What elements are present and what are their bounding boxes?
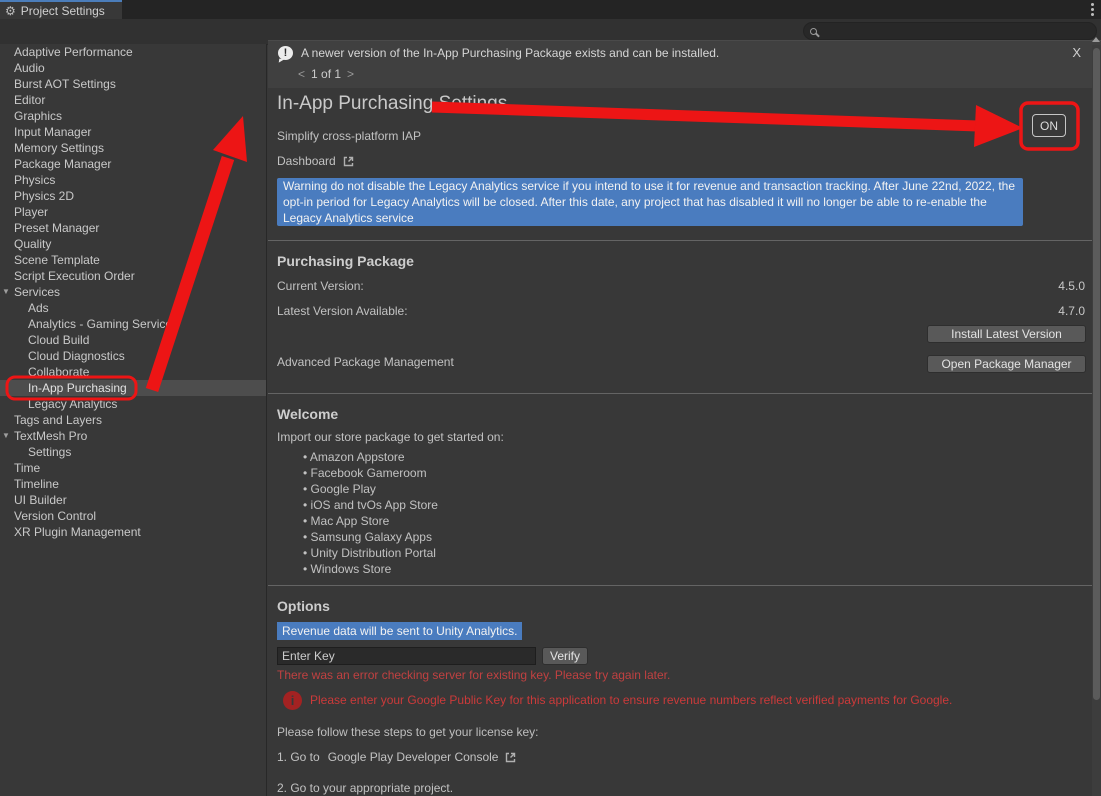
sidebar-item-textmeshpro-settings[interactable]: Settings xyxy=(0,444,266,460)
sidebar-item-ads[interactable]: Ads xyxy=(0,300,266,316)
alert-bubble-icon: ! xyxy=(278,46,293,60)
current-version-value: 4.5.0 xyxy=(1058,279,1085,293)
verify-button[interactable]: Verify xyxy=(542,647,588,665)
scrollbar-thumb[interactable] xyxy=(1093,48,1100,700)
pager-count: 1 of 1 xyxy=(311,67,341,81)
options-heading: Options xyxy=(277,598,330,614)
store-list-item: iOS and tvOs App Store xyxy=(303,497,438,513)
store-list-item: Facebook Gameroom xyxy=(303,465,438,481)
sidebar-item-preset-manager[interactable]: Preset Manager xyxy=(0,220,266,236)
sidebar-item-burst-aot-settings[interactable]: Burst AOT Settings xyxy=(0,76,266,92)
store-list-item: Google Play xyxy=(303,481,438,497)
sidebar-item-script-execution-order[interactable]: Script Execution Order xyxy=(0,268,266,284)
sidebar-item-audio[interactable]: Audio xyxy=(0,60,266,76)
advanced-package-management-label: Advanced Package Management xyxy=(277,355,454,369)
server-error-text: There was an error checking server for e… xyxy=(277,668,670,682)
sidebar-item-adaptive-performance[interactable]: Adaptive Performance xyxy=(0,44,266,60)
store-list-item: Samsung Galaxy Apps xyxy=(303,529,438,545)
search-icon xyxy=(810,28,817,35)
sidebar-item-label: TextMesh Pro xyxy=(14,429,87,443)
sidebar-item-physics-2d[interactable]: Physics 2D xyxy=(0,188,266,204)
annotation-arrow-on xyxy=(432,105,1023,147)
notification-message: A newer version of the In-App Purchasing… xyxy=(301,46,719,60)
license-steps-intro: Please follow these steps to get your li… xyxy=(277,725,538,739)
tab-title: Project Settings xyxy=(21,4,105,18)
sidebar-item-quality[interactable]: Quality xyxy=(0,236,266,252)
store-list: Amazon Appstore Facebook Gameroom Google… xyxy=(303,449,438,577)
sidebar-item-xr-plugin-management[interactable]: XR Plugin Management xyxy=(0,524,266,540)
project-settings-window: ⚙ Project Settings Adaptive Performance … xyxy=(0,0,1101,796)
dashboard-label: Dashboard xyxy=(277,154,336,168)
latest-version-label: Latest Version Available: xyxy=(277,304,408,318)
sidebar-item-version-control[interactable]: Version Control xyxy=(0,508,266,524)
sidebar-item-package-manager[interactable]: Package Manager xyxy=(0,156,266,172)
store-list-item: Windows Store xyxy=(303,561,438,577)
close-icon[interactable]: X xyxy=(1072,45,1081,60)
kebab-menu-icon[interactable] xyxy=(1091,3,1094,16)
sidebar-item-player[interactable]: Player xyxy=(0,204,266,220)
license-key-input[interactable] xyxy=(277,647,536,665)
search-field[interactable] xyxy=(803,22,1097,40)
step-1-row: 1. Go to Google Play Developer Console xyxy=(277,750,517,764)
update-notification-bar: ! A newer version of the In-App Purchasi… xyxy=(268,40,1101,88)
window-titlebar: ⚙ Project Settings xyxy=(0,0,1101,19)
welcome-intro: Import our store package to get started … xyxy=(277,430,504,444)
external-link-icon xyxy=(342,155,355,168)
section-divider xyxy=(268,585,1093,586)
google-key-error-text: Please enter your Google Public Key for … xyxy=(310,693,952,707)
sidebar-item-time[interactable]: Time xyxy=(0,460,266,476)
section-divider xyxy=(268,240,1093,241)
settings-sidebar: Adaptive Performance Audio Burst AOT Set… xyxy=(0,44,267,796)
sidebar-item-memory-settings[interactable]: Memory Settings xyxy=(0,140,266,156)
section-divider xyxy=(268,393,1093,394)
sidebar-item-collaborate[interactable]: Collaborate xyxy=(0,364,266,380)
revenue-analytics-note: Revenue data will be sent to Unity Analy… xyxy=(277,622,522,640)
sidebar-item-editor[interactable]: Editor xyxy=(0,92,266,108)
store-list-item: Amazon Appstore xyxy=(303,449,438,465)
search-input[interactable] xyxy=(821,24,1081,38)
sidebar-item-input-manager[interactable]: Input Manager xyxy=(0,124,266,140)
sidebar-item-label: Services xyxy=(14,285,60,299)
foldout-arrow-icon[interactable]: ▼ xyxy=(2,428,10,444)
step-2-text: 2. Go to your appropriate project. xyxy=(277,781,453,795)
sidebar-item-in-app-purchasing[interactable]: In-App Purchasing xyxy=(0,380,266,396)
tab-project-settings[interactable]: ⚙ Project Settings xyxy=(0,0,122,19)
sidebar-item-ui-builder[interactable]: UI Builder xyxy=(0,492,266,508)
gear-icon: ⚙ xyxy=(5,5,16,17)
sidebar-item-legacy-analytics[interactable]: Legacy Analytics xyxy=(0,396,266,412)
sidebar-item-scene-template[interactable]: Scene Template xyxy=(0,252,266,268)
open-package-manager-button[interactable]: Open Package Manager xyxy=(927,355,1086,373)
page-title: In-App Purchasing Settings xyxy=(277,93,507,115)
sidebar-item-analytics-gaming-services[interactable]: Analytics - Gaming Services xyxy=(0,316,266,332)
sidebar-item-timeline[interactable]: Timeline xyxy=(0,476,266,492)
iap-toggle-on-button[interactable]: ON xyxy=(1032,114,1066,137)
latest-version-value: 4.7.0 xyxy=(1058,304,1085,318)
current-version-label: Current Version: xyxy=(277,279,364,293)
sidebar-item-textmesh-pro[interactable]: ▼ TextMesh Pro xyxy=(0,428,266,444)
sidebar-item-cloud-build[interactable]: Cloud Build xyxy=(0,332,266,348)
pager-prev-icon[interactable]: < xyxy=(298,67,305,81)
error-icon: i xyxy=(283,691,302,710)
subtitle: Simplify cross-platform IAP xyxy=(277,129,421,143)
purchasing-package-heading: Purchasing Package xyxy=(277,253,414,269)
legacy-analytics-warning: Warning do not disable the Legacy Analyt… xyxy=(277,178,1023,226)
store-list-item: Mac App Store xyxy=(303,513,438,529)
welcome-heading: Welcome xyxy=(277,406,338,422)
external-link-icon xyxy=(504,751,517,764)
sidebar-item-services[interactable]: ▼ Services xyxy=(0,284,266,300)
google-play-console-link[interactable]: Google Play Developer Console xyxy=(328,750,499,764)
scroll-up-arrow-icon[interactable] xyxy=(1092,37,1100,42)
sidebar-item-cloud-diagnostics[interactable]: Cloud Diagnostics xyxy=(0,348,266,364)
store-list-item: Unity Distribution Portal xyxy=(303,545,438,561)
dashboard-link[interactable]: Dashboard xyxy=(277,154,355,168)
pager-next-icon[interactable]: > xyxy=(347,67,354,81)
sidebar-item-tags-and-layers[interactable]: Tags and Layers xyxy=(0,412,266,428)
foldout-arrow-icon[interactable]: ▼ xyxy=(2,284,10,300)
sidebar-item-physics[interactable]: Physics xyxy=(0,172,266,188)
step-1-prefix: 1. Go to xyxy=(277,750,320,764)
sidebar-item-graphics[interactable]: Graphics xyxy=(0,108,266,124)
install-latest-version-button[interactable]: Install Latest Version xyxy=(927,325,1086,343)
notification-pager: < 1 of 1 > xyxy=(298,67,354,81)
